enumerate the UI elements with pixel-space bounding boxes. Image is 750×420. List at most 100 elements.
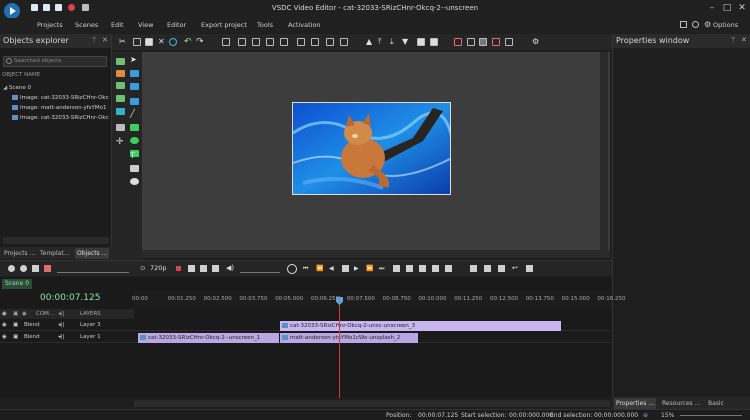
trim-left-icon[interactable] — [470, 265, 477, 272]
timeline-clip[interactable]: cat-32033-SRizCHnr-Okcq-2-unsc-unscreen_… — [280, 321, 561, 331]
go-end-icon[interactable]: ⏭ — [379, 265, 386, 272]
loop-region-icon[interactable] — [200, 265, 207, 272]
eye-icon[interactable]: ◉ — [2, 311, 7, 317]
tree-item-image[interactable]: Image: cat-32033-SRizCHnr-Okc — [12, 95, 111, 101]
audio-icon[interactable] — [116, 95, 125, 102]
audio-icon[interactable]: ◂|| — [58, 334, 64, 340]
menu-scenes[interactable]: Scenes — [75, 21, 98, 29]
menu-edit[interactable]: Edit — [111, 21, 124, 29]
search-input[interactable]: Searched objects — [3, 56, 107, 67]
lock-icon[interactable]: ▣ — [13, 311, 18, 317]
eye-icon[interactable]: ◉ — [2, 334, 7, 340]
loop-icon[interactable] — [188, 265, 195, 272]
select-all-icon[interactable] — [169, 38, 177, 46]
layout-icon[interactable] — [680, 21, 687, 28]
explorer-scrollbar[interactable] — [3, 237, 109, 244]
distribute-icon[interactable] — [326, 38, 334, 46]
crop-icon[interactable] — [222, 38, 230, 46]
align-center-icon[interactable] — [252, 38, 260, 46]
tab-templates[interactable]: Templat... — [38, 248, 71, 259]
tab-properties[interactable]: Properties ... — [614, 398, 656, 409]
menu-activation[interactable]: Activation — [288, 21, 321, 29]
cut-icon[interactable]: ✂ — [119, 38, 127, 46]
rectangle-icon[interactable] — [130, 98, 139, 105]
arrow-down-icon[interactable]: ▼ — [402, 38, 410, 46]
close-panel-icon[interactable]: ✕ — [102, 36, 108, 44]
tab-resources[interactable]: Resources ... — [660, 398, 702, 409]
barcode-icon[interactable] — [130, 165, 139, 172]
tab-projects[interactable]: Projects ... — [2, 248, 37, 259]
align-right-icon[interactable] — [266, 38, 274, 46]
rect-shape-icon[interactable] — [130, 124, 139, 131]
arrow-up-icon[interactable]: ▲ — [366, 38, 374, 46]
pin-icon[interactable]: ᛘ — [92, 36, 96, 44]
volume-slider[interactable] — [57, 265, 129, 273]
snap-timeline-icon[interactable] — [526, 265, 533, 272]
undo-timeline-icon[interactable]: ↩ — [512, 265, 519, 272]
video-icon[interactable] — [116, 108, 125, 115]
grid-icon[interactable] — [467, 38, 475, 46]
preview-quality-icon[interactable]: ⊙ — [140, 264, 145, 272]
quality-select[interactable]: 720p — [150, 264, 167, 272]
record-dot-icon[interactable] — [176, 266, 181, 271]
cut-end-icon[interactable] — [432, 265, 439, 272]
maximize-button[interactable]: □ — [720, 2, 734, 14]
pointer-icon[interactable]: ➤ — [130, 56, 139, 64]
step-back-icon[interactable]: ◀ — [329, 265, 336, 272]
add-icon[interactable] — [8, 265, 15, 272]
line-icon[interactable]: ╱ — [130, 110, 139, 118]
redo-icon[interactable]: ↷ — [196, 38, 204, 47]
gear-icon[interactable]: ⚙ — [704, 21, 711, 29]
tab-basic-effects[interactable]: Basic effect... — [706, 398, 750, 418]
menu-view[interactable]: View — [138, 21, 153, 29]
tree-item-scene[interactable]: ◢ Scene 0 — [3, 85, 31, 91]
tree-item-image[interactable]: Image: cat-32033-SRizCHnr-Okc — [12, 115, 111, 121]
close-panel-icon[interactable]: ✕ — [741, 36, 747, 44]
align-bottom-icon[interactable] — [311, 38, 319, 46]
ungroup-icon[interactable] — [430, 38, 438, 46]
undo-icon[interactable]: ↶ — [184, 38, 192, 47]
snap-icon[interactable] — [454, 38, 462, 46]
timer-icon[interactable] — [287, 264, 297, 274]
record-icon[interactable] — [44, 265, 51, 272]
text-icon[interactable]: T — [130, 152, 139, 160]
paste-icon[interactable] — [145, 38, 153, 46]
group-icon[interactable] — [417, 38, 425, 46]
blend-mode-select[interactable]: Blend — [24, 334, 40, 340]
menu-projects[interactable]: Projects — [37, 21, 63, 29]
stop-icon[interactable] — [32, 265, 39, 272]
menu-editor[interactable]: Editor — [167, 21, 186, 29]
audio-slider[interactable] — [240, 265, 280, 273]
arrow-top-icon[interactable]: ⤒ — [378, 38, 386, 46]
remove-icon[interactable] — [20, 265, 27, 272]
volume-icon[interactable]: ◀) — [226, 265, 235, 272]
frame-icon[interactable] — [505, 38, 513, 46]
blend-mode-select[interactable]: Blend — [24, 322, 40, 328]
lock-icon[interactable]: ▣ — [13, 334, 18, 340]
zoom-slider[interactable] — [680, 415, 742, 416]
split-icon[interactable] — [393, 265, 400, 272]
zoom-fit-icon[interactable]: ⊕ — [643, 412, 648, 419]
timeline-scrollbar[interactable] — [134, 400, 610, 407]
arrow-bottom-icon[interactable]: ⤓ — [390, 38, 398, 46]
trim-icon[interactable] — [498, 265, 505, 272]
close-button[interactable]: ✕ — [735, 2, 749, 14]
align-top-icon[interactable] — [280, 38, 288, 46]
safe-area-icon[interactable] — [492, 38, 500, 46]
video-preview-frame[interactable] — [292, 102, 451, 195]
delete-icon[interactable]: ✕ — [158, 38, 166, 46]
background-icon[interactable] — [479, 38, 487, 46]
trim-right-icon[interactable] — [484, 265, 491, 272]
fit-icon[interactable] — [340, 38, 348, 46]
help-icon[interactable] — [692, 21, 699, 28]
menu-tools[interactable]: Tools — [257, 21, 273, 29]
layer-name[interactable]: Layer 3 — [80, 322, 101, 328]
playhead-line[interactable] — [339, 296, 340, 398]
scene-tab[interactable]: Scene 0 — [2, 279, 33, 289]
timeline-clip[interactable]: matt-anderson-ytsYMo1cWo-unsplash_2 — [280, 333, 418, 343]
align-middle-icon[interactable] — [297, 38, 305, 46]
chart-icon[interactable] — [116, 58, 125, 65]
fullscreen-icon[interactable] — [212, 265, 219, 272]
image-tool-icon[interactable] — [116, 82, 125, 89]
lock-icon[interactable]: ▣ — [13, 322, 18, 328]
